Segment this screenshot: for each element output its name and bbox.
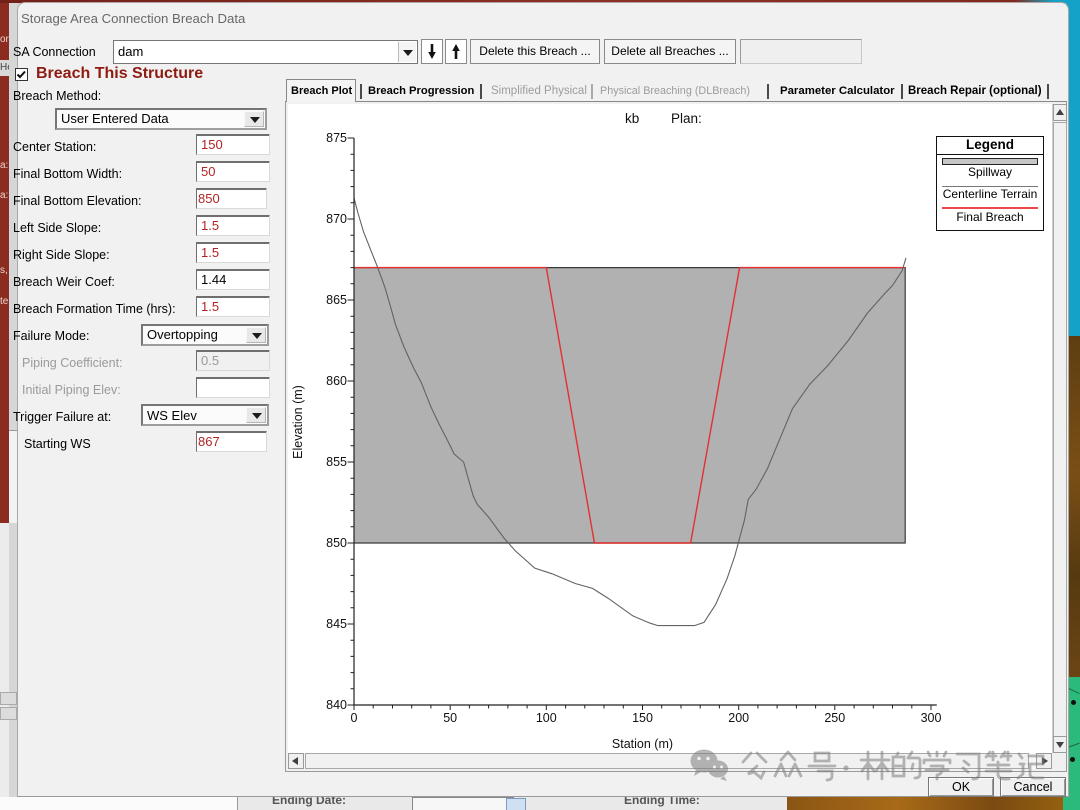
svg-text:Elevation (m): Elevation (m) <box>291 385 305 459</box>
svg-text:200: 200 <box>728 711 749 725</box>
svg-text:100: 100 <box>536 711 557 725</box>
svg-text:850: 850 <box>326 536 347 550</box>
svg-text:870: 870 <box>326 212 347 226</box>
svg-text:855: 855 <box>326 455 347 469</box>
svg-text:860: 860 <box>326 374 347 388</box>
svg-text:845: 845 <box>326 617 347 631</box>
svg-text:kb: kb <box>625 111 639 126</box>
svg-text:840: 840 <box>326 698 347 712</box>
svg-text:300: 300 <box>921 711 942 725</box>
svg-text:0: 0 <box>351 711 358 725</box>
svg-text:150: 150 <box>632 711 653 725</box>
svg-text:Station (m): Station (m) <box>612 737 673 751</box>
svg-text:250: 250 <box>824 711 845 725</box>
svg-text:Plan:: Plan: <box>671 111 702 126</box>
svg-text:875: 875 <box>326 131 347 145</box>
svg-text:865: 865 <box>326 293 347 307</box>
svg-text:50: 50 <box>443 711 457 725</box>
